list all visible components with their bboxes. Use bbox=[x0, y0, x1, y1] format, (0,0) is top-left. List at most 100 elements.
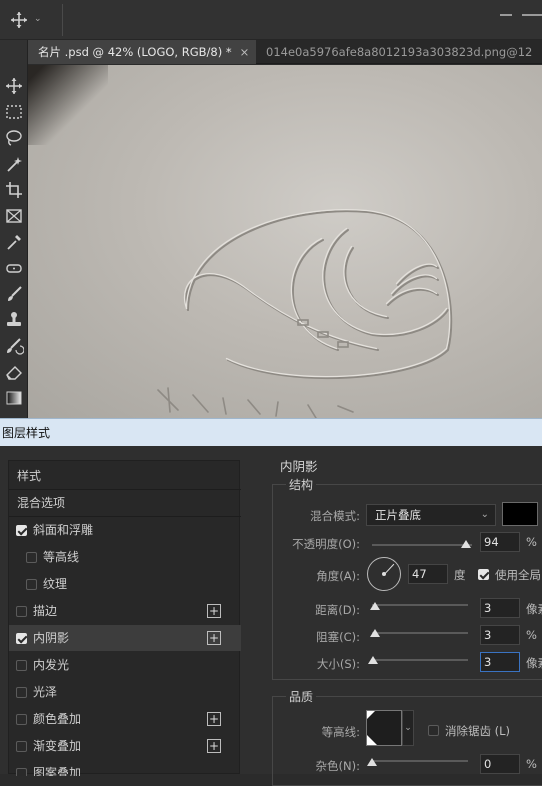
satin-checkbox[interactable] bbox=[16, 687, 27, 698]
bevel-emboss-checkbox[interactable] bbox=[16, 525, 27, 536]
style-item-label: 斜面和浮雕 bbox=[33, 523, 94, 537]
document-canvas[interactable] bbox=[28, 65, 542, 418]
style-item-styles[interactable]: 样式 bbox=[9, 463, 241, 489]
add-gradient-overlay-icon[interactable]: + bbox=[207, 739, 221, 753]
gradient-overlay-checkbox[interactable] bbox=[16, 741, 27, 752]
marquee-icon[interactable] bbox=[4, 102, 24, 122]
options-bar: ⌄ bbox=[0, 0, 542, 40]
add-color-overlay-icon[interactable]: + bbox=[207, 712, 221, 726]
move-icon[interactable] bbox=[10, 11, 28, 29]
choke-slider-track[interactable] bbox=[372, 632, 468, 634]
choke-label: 阻塞(C): bbox=[316, 630, 360, 644]
style-item-contour[interactable]: 等高线 bbox=[9, 544, 241, 570]
style-item-label: 混合选项 bbox=[17, 496, 66, 510]
style-item-blending-options[interactable]: 混合选项 bbox=[9, 490, 241, 516]
clone-stamp-icon[interactable] bbox=[4, 310, 24, 330]
close-icon[interactable]: × bbox=[240, 45, 250, 59]
opacity-slider-thumb[interactable] bbox=[461, 540, 471, 548]
angle-dial-hand bbox=[384, 563, 395, 575]
distance-input[interactable]: 3 bbox=[480, 598, 520, 618]
angle-input[interactable]: 47 bbox=[408, 564, 448, 584]
add-stroke-icon[interactable]: + bbox=[207, 604, 221, 618]
chevron-down-icon: ⌄ bbox=[480, 509, 489, 520]
healing-brush-icon[interactable] bbox=[4, 258, 24, 278]
eyedropper-icon[interactable] bbox=[4, 232, 24, 252]
pattern-overlay-checkbox[interactable] bbox=[16, 768, 27, 776]
move-icon[interactable] bbox=[4, 76, 24, 96]
embossed-logo-image bbox=[157, 209, 453, 418]
style-item-bevel-emboss[interactable]: 斜面和浮雕 bbox=[9, 517, 241, 543]
paper-shadow bbox=[28, 65, 108, 145]
shadow-color-swatch[interactable] bbox=[502, 502, 538, 526]
inner-shadow-checkbox[interactable] bbox=[16, 633, 27, 644]
eraser-icon[interactable] bbox=[4, 362, 24, 382]
color-overlay-checkbox[interactable] bbox=[16, 714, 27, 725]
lasso-icon[interactable] bbox=[4, 128, 24, 148]
tools-panel bbox=[0, 40, 28, 418]
magic-wand-icon[interactable] bbox=[4, 154, 24, 174]
history-brush-icon[interactable] bbox=[4, 336, 25, 356]
distance-unit: 像素 bbox=[526, 602, 542, 616]
use-global-light-label: 使用全局 bbox=[495, 568, 541, 582]
size-slider-track[interactable] bbox=[372, 659, 468, 661]
crop-icon[interactable] bbox=[4, 180, 24, 200]
divider bbox=[62, 4, 63, 36]
distance-label: 距离(D): bbox=[315, 603, 360, 617]
inner-glow-checkbox[interactable] bbox=[16, 660, 27, 671]
style-item-label: 内发光 bbox=[33, 658, 70, 672]
style-item-satin[interactable]: 光泽 bbox=[9, 679, 241, 705]
gradient-icon[interactable] bbox=[4, 388, 24, 408]
panel-title: 内阴影 bbox=[280, 459, 318, 474]
inner-shadow-settings: 内阴影 结构 混合模式: 正片叠底 ⌄ 不透明度(O): 94 % 角度(A): … bbox=[250, 446, 542, 786]
brush-icon[interactable] bbox=[4, 284, 24, 304]
tab-label: 名片 .psd @ 42% (LOGO, RGB/8) * bbox=[38, 45, 232, 59]
anti-alias-checkbox[interactable] bbox=[428, 725, 439, 736]
tab-business-card[interactable]: 名片 .psd @ 42% (LOGO, RGB/8) * × bbox=[28, 40, 256, 64]
size-label: 大小(S): bbox=[316, 657, 360, 671]
style-item-texture[interactable]: 纹理 bbox=[9, 571, 241, 597]
opacity-input[interactable]: 94 bbox=[480, 532, 520, 552]
chevron-down-icon[interactable]: ⌄ bbox=[34, 14, 44, 24]
style-item-label: 纹理 bbox=[43, 577, 68, 591]
add-inner-shadow-icon[interactable]: + bbox=[207, 631, 221, 645]
style-item-gradient-overlay[interactable]: 渐变叠加 + bbox=[9, 733, 241, 759]
style-item-stroke[interactable]: 描边 + bbox=[9, 598, 241, 624]
style-item-label: 渐变叠加 bbox=[33, 739, 82, 753]
size-unit: 像素 bbox=[526, 656, 542, 670]
choke-slider-thumb[interactable] bbox=[369, 629, 380, 637]
style-item-inner-shadow[interactable]: 内阴影 + bbox=[9, 625, 241, 651]
contour-label: 等高线: bbox=[321, 725, 360, 739]
noise-unit: % bbox=[526, 757, 537, 771]
minimize-icon[interactable] bbox=[500, 14, 512, 16]
distance-slider-track[interactable] bbox=[372, 604, 468, 606]
size-slider-thumb[interactable] bbox=[368, 656, 379, 664]
noise-input[interactable]: 0 bbox=[480, 754, 520, 774]
frame-icon[interactable] bbox=[4, 206, 24, 226]
choke-input[interactable]: 3 bbox=[480, 625, 520, 645]
style-item-label: 描边 bbox=[33, 604, 58, 618]
style-item-label: 样式 bbox=[17, 469, 42, 483]
contour-picker-chevron-icon[interactable]: ⌄ bbox=[402, 710, 414, 746]
tab-png-file[interactable]: 014e0a5976afe8a8012193a303823d.png@12 bbox=[256, 40, 542, 64]
dialog-title: 图层样式 bbox=[0, 418, 542, 446]
size-input[interactable]: 3 bbox=[480, 652, 520, 672]
style-item-inner-glow[interactable]: 内发光 bbox=[9, 652, 241, 678]
contour-preview[interactable] bbox=[366, 710, 402, 746]
stroke-checkbox[interactable] bbox=[16, 606, 27, 617]
noise-slider-thumb[interactable] bbox=[367, 758, 377, 766]
angle-label: 角度(A): bbox=[316, 569, 360, 583]
layer-style-dialog: 样式 混合选项 斜面和浮雕 等高线 纹理 描边 + 内阴影 + 内发光 光泽 颜色叠… bbox=[0, 446, 542, 786]
blend-mode-select[interactable]: 正片叠底 ⌄ bbox=[366, 504, 496, 526]
noise-slider-track[interactable] bbox=[372, 760, 468, 762]
use-global-light-checkbox[interactable] bbox=[478, 569, 489, 580]
style-item-color-overlay[interactable]: 颜色叠加 + bbox=[9, 706, 241, 732]
opacity-slider-track[interactable] bbox=[372, 544, 472, 546]
angle-dial[interactable] bbox=[367, 557, 401, 591]
contour-checkbox[interactable] bbox=[26, 552, 37, 563]
texture-checkbox[interactable] bbox=[26, 579, 37, 590]
distance-slider-thumb[interactable] bbox=[369, 602, 380, 610]
opacity-unit: % bbox=[526, 535, 537, 549]
style-item-label: 颜色叠加 bbox=[33, 712, 82, 726]
noise-label: 杂色(N): bbox=[315, 759, 360, 773]
angle-unit: 度 bbox=[454, 568, 466, 582]
